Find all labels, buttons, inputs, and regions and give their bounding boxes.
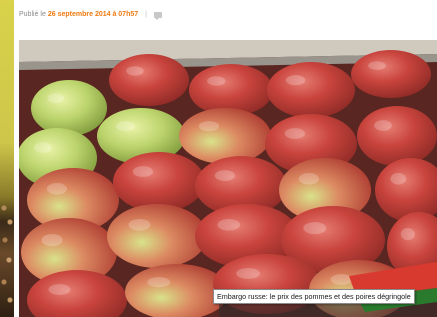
apples-illustration <box>19 40 437 317</box>
apple-highlight-24 <box>330 274 353 285</box>
post-meta: Publié le 26 septembre 2014 à 07h57 | <box>19 11 162 20</box>
apple-highlight-3 <box>207 76 226 86</box>
apple-highlight-9 <box>284 128 306 139</box>
left-edge-background <box>0 0 14 317</box>
apple-highlight-22 <box>147 277 171 288</box>
apple-highlight-14 <box>298 173 320 185</box>
apple-highlight-6 <box>34 142 52 153</box>
apple-highlight-12 <box>132 166 154 177</box>
apple-8 <box>179 108 271 164</box>
image-caption-tooltip: Embargo russe: le prix des pommes et des… <box>213 289 415 304</box>
apple-highlight-19 <box>303 221 327 235</box>
apple-highlight-7 <box>115 121 136 132</box>
apple-17 <box>107 204 207 268</box>
meta-separator: | <box>145 11 147 18</box>
comment-icon[interactable] <box>153 11 162 20</box>
apple-highlight-23 <box>236 268 260 279</box>
apple-1 <box>31 80 107 136</box>
apple-highlight-21 <box>48 284 71 295</box>
apple-highlight-1 <box>47 93 65 104</box>
apple-highlight-16 <box>41 233 63 247</box>
apple-highlight-17 <box>128 219 151 231</box>
published-date-link[interactable]: 26 septembre 2014 à 07h57 <box>48 11 138 18</box>
apple-5 <box>351 50 431 98</box>
article-photo[interactable] <box>19 40 437 317</box>
apple-highlight-11 <box>46 183 68 195</box>
apple-highlight-10 <box>374 120 392 131</box>
apple-highlight-20 <box>400 227 415 241</box>
apple-4 <box>267 62 355 118</box>
apple-highlight-4 <box>285 75 306 86</box>
apple-highlight-2 <box>126 66 144 76</box>
apple-highlight-5 <box>368 61 386 70</box>
apple-highlight-13 <box>214 170 236 181</box>
apple-12 <box>113 152 205 212</box>
apple-highlight-18 <box>217 219 241 231</box>
apple-2 <box>109 54 189 106</box>
apple-10 <box>357 106 437 166</box>
apple-highlight-8 <box>198 121 220 132</box>
published-label: Publié le <box>19 11 46 18</box>
apple-3 <box>189 64 273 116</box>
left-edge-crumbs <box>0 200 14 317</box>
apple-highlight-15 <box>390 173 407 185</box>
